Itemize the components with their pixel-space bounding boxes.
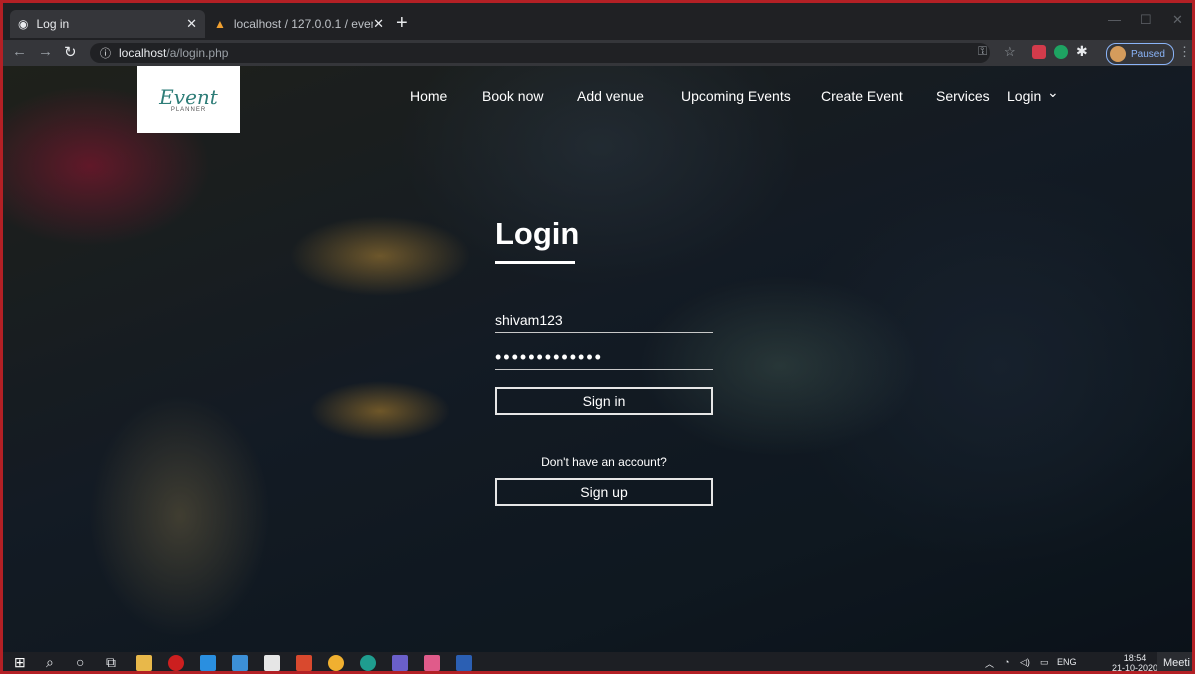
profile-status: Paused — [1131, 48, 1165, 60]
no-account-text: Don't have an account? — [541, 455, 667, 469]
cortana-icon[interactable]: ○ — [76, 654, 84, 670]
chrome-icon[interactable] — [328, 655, 344, 671]
opera-icon[interactable] — [168, 655, 184, 671]
address-bar-row: ← → ↻ ⓘ localhost /a/login.php ⚿ ☆ ✱ Pau… — [0, 40, 1195, 66]
sign-in-button[interactable]: Sign in — [495, 387, 713, 415]
system-clock[interactable]: 18:54 21-10-2020 — [1112, 653, 1158, 673]
nav-services[interactable]: Services — [936, 88, 990, 104]
phpmyadmin-icon: ▲ — [214, 17, 226, 31]
battery-icon[interactable]: ▭ — [1040, 657, 1049, 668]
forward-icon[interactable]: → — [38, 43, 53, 60]
nav-upcoming-events[interactable]: Upcoming Events — [681, 88, 791, 104]
maximize-icon[interactable]: ☐ — [1140, 12, 1152, 28]
url-field[interactable]: ⓘ localhost /a/login.php — [90, 43, 990, 63]
star-icon[interactable]: ☆ — [1004, 44, 1016, 60]
close-tab-icon[interactable]: ✕ — [373, 16, 384, 32]
task-view-icon[interactable]: ⧉ — [106, 654, 116, 671]
meet-extension-icon[interactable] — [1054, 45, 1068, 59]
teams-icon[interactable] — [392, 655, 408, 671]
tray-chevron-icon[interactable]: ︿ — [985, 657, 994, 670]
chevron-down-icon[interactable]: ⌄ — [1047, 84, 1059, 101]
vscode-icon[interactable] — [200, 655, 216, 671]
xampp-icon[interactable] — [296, 655, 312, 671]
extensions-puzzle-icon[interactable]: ✱ — [1076, 43, 1088, 60]
sign-up-button[interactable]: Sign up — [495, 478, 713, 506]
avatar — [1110, 46, 1126, 62]
globe-icon: ◉ — [18, 17, 29, 31]
close-tab-icon[interactable]: ✕ — [186, 16, 197, 32]
profile-button[interactable]: Paused — [1106, 43, 1174, 65]
site-logo[interactable]: Event PLANNER — [137, 66, 240, 133]
heading-underline — [495, 261, 575, 264]
browser-tab-strip: ◉ Log in ✕ ▲ localhost / 127.0.0.1 / eve… — [0, 0, 1195, 40]
meet-notification[interactable]: Meeti — [1157, 652, 1195, 674]
username-input[interactable] — [495, 308, 713, 333]
windows-start-icon[interactable]: ⊞ — [14, 654, 26, 671]
menu-dots-icon[interactable]: ⋮ — [1178, 44, 1191, 60]
new-tab-button[interactable]: + — [396, 12, 408, 35]
app-icon[interactable] — [424, 655, 440, 671]
logo-subtitle: PLANNER — [170, 106, 207, 113]
back-icon[interactable]: ← — [12, 43, 27, 60]
nav-create-event[interactable]: Create Event — [821, 88, 903, 104]
word-icon[interactable] — [456, 655, 472, 671]
close-window-icon[interactable]: ✕ — [1172, 12, 1183, 28]
edge-icon[interactable] — [360, 655, 376, 671]
language-indicator[interactable]: ENG — [1057, 657, 1077, 667]
mail-icon[interactable] — [232, 655, 248, 671]
key-icon[interactable]: ⚿ — [978, 44, 987, 59]
nav-add-venue[interactable]: Add venue — [577, 88, 644, 104]
store-icon[interactable] — [264, 655, 280, 671]
page-background: Event PLANNER Home Book now Add venue Up… — [0, 66, 1195, 652]
password-input[interactable] — [495, 345, 713, 370]
nav-book-now[interactable]: Book now — [482, 88, 543, 104]
logo-script-text: Event — [159, 84, 218, 109]
nav-login[interactable]: Login — [1007, 88, 1041, 104]
file-explorer-icon[interactable] — [136, 655, 152, 671]
tab-login[interactable]: ◉ Log in ✕ — [10, 10, 205, 38]
minimize-icon[interactable]: — — [1108, 12, 1121, 27]
pocket-extension-icon[interactable] — [1032, 45, 1046, 59]
tab-phpmyadmin[interactable]: ▲ localhost / 127.0.0.1 / eventmana ✕ — [206, 10, 392, 38]
nav-home[interactable]: Home — [410, 88, 447, 104]
windows-taskbar: ⊞ ⌕ ○ ⧉ ︿ ◔ ◁) ▭ ENG 18:54 21-10-2020 Me… — [0, 652, 1195, 674]
login-heading: Login — [495, 216, 580, 251]
clock-time: 18:54 — [1123, 653, 1147, 663]
volume-icon[interactable]: ◁) — [1020, 657, 1030, 668]
search-icon[interactable]: ⌕ — [46, 654, 54, 671]
reload-icon[interactable]: ↻ — [64, 43, 77, 61]
clock-date: 21-10-2020 — [1112, 663, 1159, 673]
wifi-icon[interactable]: ◔ — [1004, 657, 1009, 667]
tab-title: Log in — [36, 17, 70, 31]
info-icon[interactable]: ⓘ — [100, 45, 111, 61]
url-host: localhost — [119, 46, 167, 60]
tab-title: localhost / 127.0.0.1 / eventmana — [233, 17, 373, 31]
url-path: /a/login.php — [166, 46, 229, 60]
